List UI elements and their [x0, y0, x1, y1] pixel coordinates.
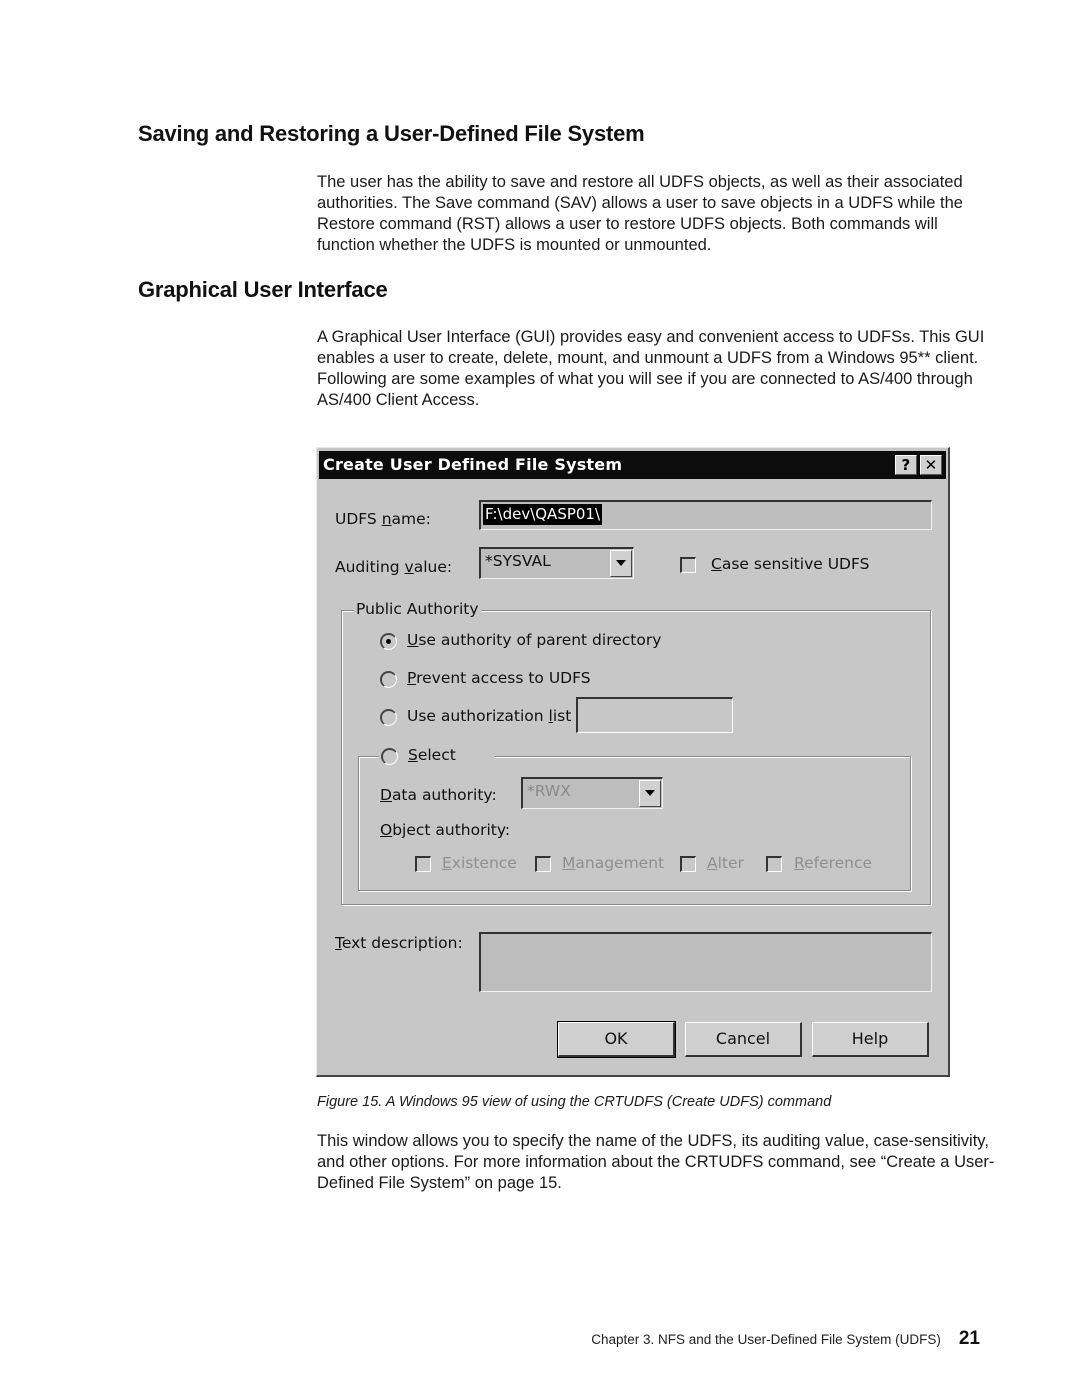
select-group-header: Select: [379, 746, 495, 768]
reference-label[interactable]: Reference: [794, 854, 872, 872]
label-accelerator: R: [794, 854, 805, 872]
label-text: bject authority:: [392, 821, 511, 839]
label-text: alue:: [413, 558, 453, 576]
label-accelerator: n: [381, 510, 392, 528]
text-description-label: Text description:: [335, 934, 463, 952]
radio-prevent-access[interactable]: [380, 671, 397, 688]
titlebar-help-button[interactable]: ?: [895, 455, 917, 475]
alter-label[interactable]: Alter: [707, 854, 744, 872]
ok-button[interactable]: OK: [557, 1021, 676, 1058]
label-text: ext description:: [341, 934, 463, 952]
data-authority-value: *RWX: [527, 782, 571, 800]
existence-label[interactable]: Existence: [442, 854, 517, 872]
data-authority-label: Data authority:: [380, 786, 497, 804]
label-accelerator: A: [707, 854, 718, 872]
label-accelerator: S: [408, 746, 418, 764]
authorization-list-input[interactable]: [576, 697, 733, 733]
auditing-value: *SYSVAL: [485, 552, 551, 570]
label-text: Auditing: [335, 558, 405, 576]
public-authority-title: Public Authority: [354, 600, 481, 618]
label-text: elect: [417, 746, 456, 764]
label-text: revent access to UDFS: [416, 669, 591, 687]
case-sensitive-checkbox[interactable]: [680, 557, 696, 573]
label-text: anagement: [575, 854, 665, 872]
auditing-value-label: Auditing value:: [335, 558, 452, 576]
use-parent-authority-label[interactable]: Use authority of parent directory: [407, 631, 661, 649]
label-text: ata authority:: [391, 786, 497, 804]
label-accelerator: O: [380, 821, 393, 839]
object-authority-label: Object authority:: [380, 821, 510, 839]
label-text: xistence: [451, 854, 517, 872]
dropdown-arrow-icon[interactable]: [639, 780, 661, 807]
section-heading-save-restore: Saving and Restoring a User-Defined File…: [138, 121, 645, 146]
radio-use-parent-authority[interactable]: [380, 633, 397, 650]
select-group: Select Data authority: *RWX Object autho…: [358, 746, 911, 891]
label-text: ist: [552, 707, 572, 725]
public-authority-group: Public Authority Use authority of parent…: [341, 600, 931, 905]
alter-checkbox[interactable]: [680, 856, 696, 872]
auditing-value-select[interactable]: *SYSVAL: [479, 547, 634, 579]
close-icon: ✕: [924, 456, 938, 474]
label-accelerator: E: [442, 854, 452, 872]
save-restore-paragraph: The user has the ability to save and res…: [317, 173, 963, 254]
dialog-explanation-paragraph: This window allows you to specify the na…: [317, 1132, 995, 1192]
reference-checkbox[interactable]: [766, 856, 782, 872]
radio-use-authorization-list[interactable]: [380, 709, 397, 726]
udfs-name-value: F:\dev\QASP01\: [483, 504, 603, 525]
create-udfs-dialog: Create User Defined File System ? ✕ UDFS…: [316, 447, 950, 1077]
label-accelerator: C: [711, 555, 722, 573]
label-text: ase sensitive UDFS: [721, 555, 870, 573]
label-accelerator: P: [407, 669, 417, 687]
page-number: 21: [958, 1328, 980, 1349]
label-accelerator: M: [562, 854, 576, 872]
udfs-name-input[interactable]: F:\dev\QASP01\: [479, 500, 932, 530]
label-text: Use authorization: [407, 707, 549, 725]
label-accelerator: D: [380, 786, 392, 804]
data-authority-select[interactable]: *RWX: [521, 777, 663, 809]
use-authorization-list-label[interactable]: Use authorization list: [407, 707, 571, 725]
dialog-title: Create User Defined File System: [323, 455, 623, 474]
radio-select[interactable]: [381, 748, 398, 765]
figure-caption: Figure 15. A Windows 95 view of using th…: [317, 1094, 832, 1110]
dropdown-arrow-icon[interactable]: [610, 550, 632, 577]
label-accelerator: T: [335, 934, 342, 952]
gui-paragraph: A Graphical User Interface (GUI) provide…: [317, 328, 985, 409]
cancel-button[interactable]: Cancel: [685, 1022, 802, 1057]
label-text: lter: [717, 854, 744, 872]
text-description-input[interactable]: [479, 932, 932, 992]
help-button[interactable]: Help: [812, 1022, 929, 1057]
label-text: UDFS: [335, 510, 382, 528]
dialog-titlebar: Create User Defined File System ? ✕: [319, 451, 946, 479]
existence-checkbox[interactable]: [415, 856, 431, 872]
label-text: ame:: [391, 510, 431, 528]
select-label[interactable]: Select: [408, 746, 456, 764]
label-accelerator: U: [407, 631, 419, 649]
label-text: eference: [804, 854, 873, 872]
label-text: se authority of parent directory: [418, 631, 662, 649]
section-heading-gui: Graphical User Interface: [138, 277, 388, 302]
footer-chapter-title: Chapter 3. NFS and the User-Defined File…: [591, 1332, 941, 1347]
case-sensitive-label[interactable]: Case sensitive UDFS: [711, 555, 869, 573]
management-label[interactable]: Management: [562, 854, 664, 872]
page-footer: Chapter 3. NFS and the User-Defined File…: [591, 1328, 980, 1350]
udfs-name-label: UDFS name:: [335, 510, 431, 528]
titlebar-close-button[interactable]: ✕: [920, 455, 942, 475]
label-accelerator: v: [404, 558, 414, 576]
management-checkbox[interactable]: [535, 856, 551, 872]
prevent-access-label[interactable]: Prevent access to UDFS: [407, 669, 591, 687]
question-mark-icon: ?: [901, 456, 911, 474]
